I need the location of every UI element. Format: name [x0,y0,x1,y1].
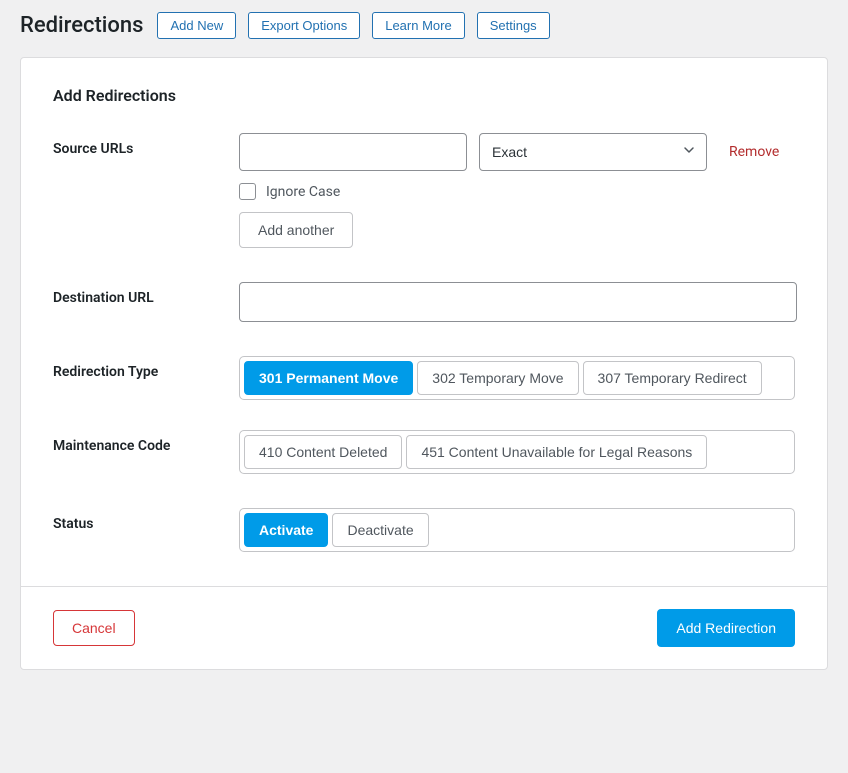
ignore-case-checkbox[interactable] [239,183,256,200]
redirect-302-button[interactable]: 302 Temporary Move [417,361,578,395]
maintenance-code-group: 410 Content Deleted 451 Content Unavaila… [239,430,795,474]
status-label: Status [53,508,239,532]
ignore-case-label: Ignore Case [266,184,340,200]
add-another-button[interactable]: Add another [239,212,353,248]
status-group: Activate Deactivate [239,508,795,552]
maintenance-code-label: Maintenance Code [53,430,239,454]
add-redirections-panel: Add Redirections Source URLs Exact Remov… [20,57,828,670]
add-new-button[interactable]: Add New [157,12,236,39]
export-options-button[interactable]: Export Options [248,12,360,39]
redirect-301-button[interactable]: 301 Permanent Move [244,361,413,395]
redirect-307-button[interactable]: 307 Temporary Redirect [583,361,762,395]
settings-button[interactable]: Settings [477,12,550,39]
destination-url-label: Destination URL [53,282,239,306]
status-activate-button[interactable]: Activate [244,513,328,547]
status-deactivate-button[interactable]: Deactivate [332,513,428,547]
maintenance-410-button[interactable]: 410 Content Deleted [244,435,402,469]
source-url-input[interactable] [239,133,467,171]
redirection-type-group: 301 Permanent Move 302 Temporary Move 30… [239,356,795,400]
add-redirection-button[interactable]: Add Redirection [657,609,795,647]
panel-footer: Cancel Add Redirection [21,586,827,669]
remove-source-link[interactable]: Remove [729,144,779,160]
cancel-button[interactable]: Cancel [53,610,135,646]
redirection-type-label: Redirection Type [53,356,239,380]
match-type-select[interactable]: Exact [479,133,707,171]
source-urls-label: Source URLs [53,133,239,157]
learn-more-button[interactable]: Learn More [372,12,464,39]
page-header: Redirections Add New Export Options Lear… [20,12,828,39]
destination-url-input[interactable] [239,282,797,322]
page-title: Redirections [20,13,143,38]
maintenance-451-button[interactable]: 451 Content Unavailable for Legal Reason… [406,435,707,469]
section-title: Add Redirections [53,86,795,105]
